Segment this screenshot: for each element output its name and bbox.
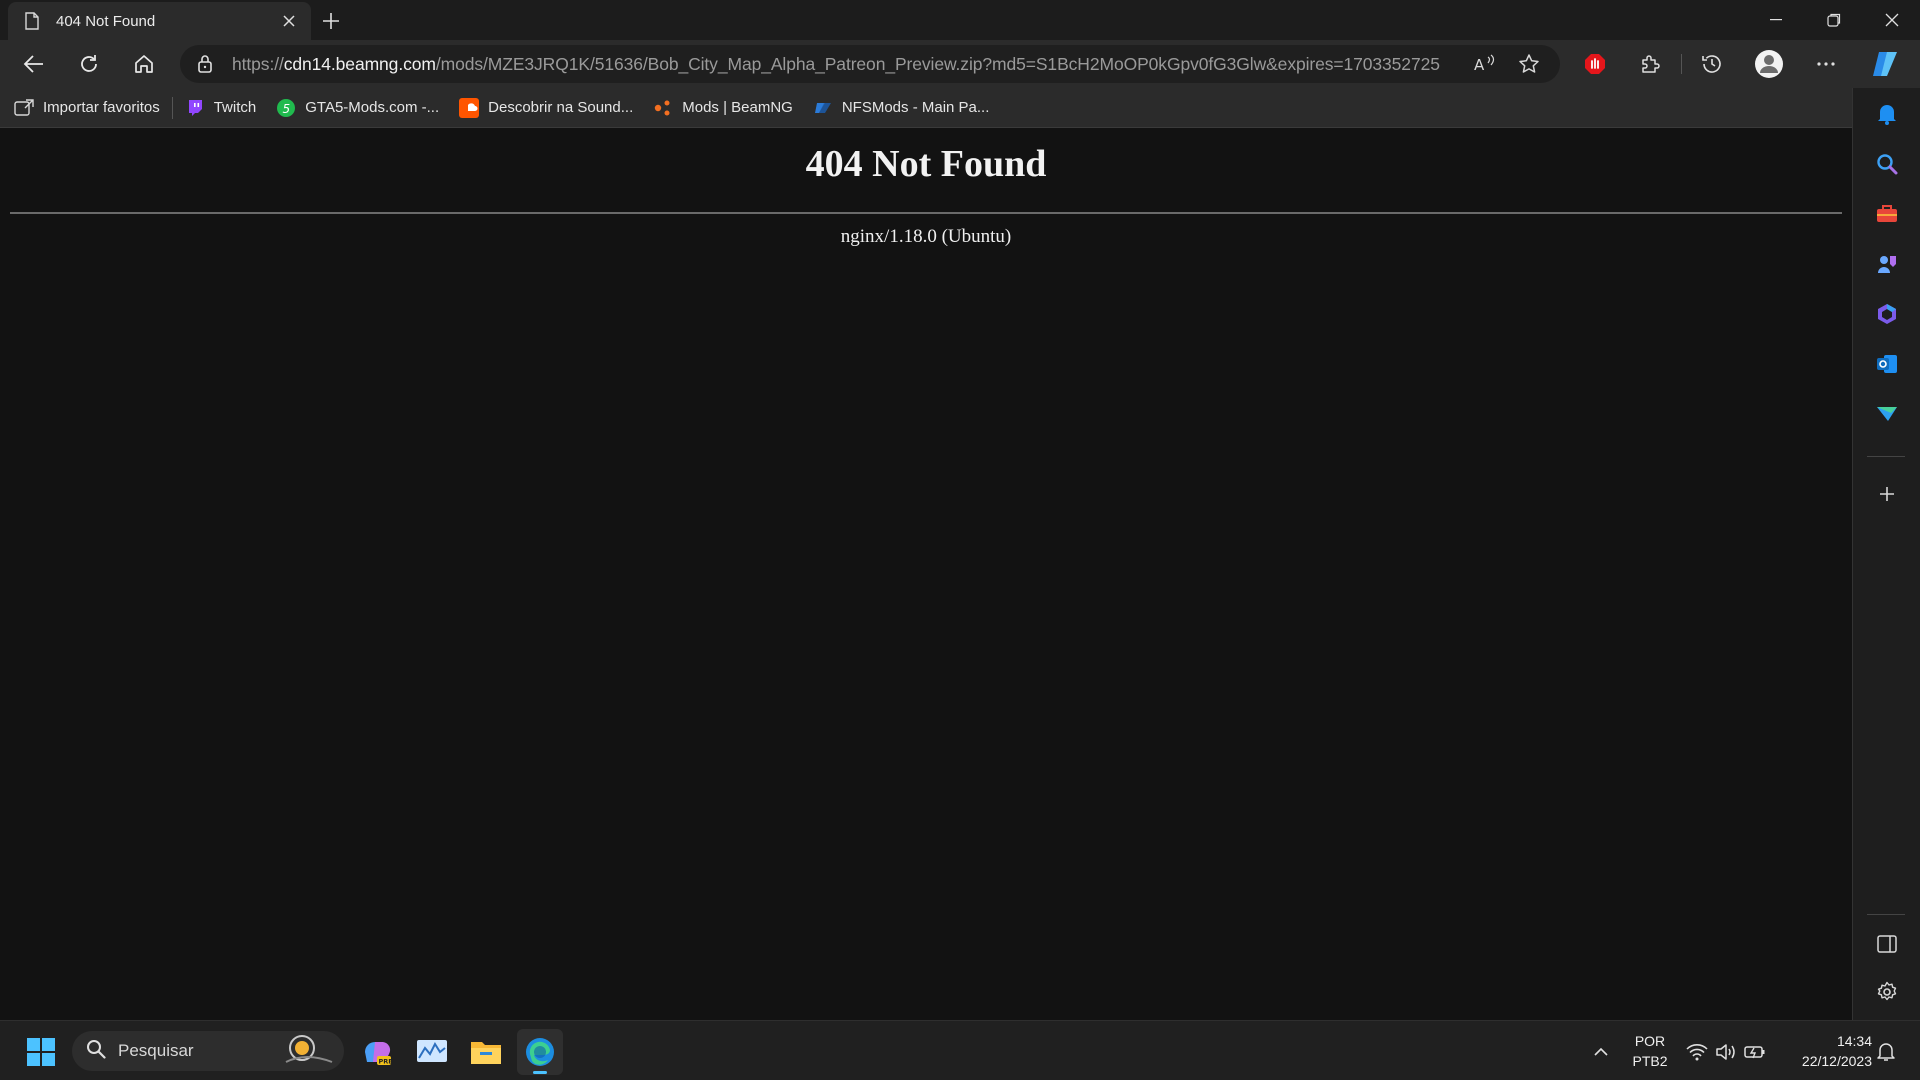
refresh-button[interactable] [71, 46, 107, 82]
beamng-icon [653, 98, 673, 118]
clock-time: 14:34 [1836, 1033, 1872, 1049]
adblock-extension-icon[interactable] [1577, 46, 1613, 82]
search-placeholder: Pesquisar [118, 1041, 194, 1060]
favorite-star-icon[interactable] [1512, 47, 1546, 81]
favorite-label: Mods | BeamNG [682, 99, 793, 116]
drop-icon[interactable] [1868, 395, 1906, 433]
restore-button[interactable] [1806, 0, 1862, 40]
import-favorites-icon [14, 98, 34, 118]
favorites-divider [171, 96, 173, 119]
performance-monitor-icon[interactable] [409, 1029, 455, 1075]
sidebar-divider [1867, 914, 1905, 915]
taskbar-search[interactable]: Pesquisar [72, 1031, 344, 1071]
show-hidden-icons-chevron-icon[interactable] [1588, 1039, 1614, 1065]
file-explorer-icon[interactable] [463, 1029, 509, 1075]
favorite-label: Importar favoritos [43, 99, 160, 116]
microsoft-365-icon[interactable] [1868, 295, 1906, 333]
url-text[interactable]: https://cdn14.beamng.com/mods/MZE3JRQ1K/… [232, 54, 1458, 75]
notifications-bell-icon[interactable] [1868, 95, 1906, 133]
hide-sidebar-icon[interactable] [1868, 925, 1906, 963]
edge-taskbar-icon[interactable] [517, 1029, 563, 1075]
search-icon[interactable] [1868, 145, 1906, 183]
page-content: 404 Not Found nginx/1.18.0 (Ubuntu) [0, 128, 1852, 1020]
outlook-icon[interactable] [1868, 345, 1906, 383]
soundcloud-icon [459, 97, 480, 118]
tools-icon[interactable] [1868, 195, 1906, 233]
navigation-bar: https://cdn14.beamng.com/mods/MZE3JRQ1K/… [0, 40, 1920, 88]
favorite-label: GTA5-Mods.com -... [305, 99, 440, 116]
favorite-twitch[interactable]: Twitch [185, 98, 257, 118]
svg-text:A: A [1474, 56, 1485, 74]
home-button[interactable] [126, 46, 162, 82]
system-clock[interactable]: 14:34 22/12/2023 [1772, 1031, 1872, 1071]
games-icon[interactable] [1868, 245, 1906, 283]
add-sidebar-app-icon[interactable] [1868, 475, 1906, 513]
minimize-button[interactable] [1748, 0, 1804, 40]
sidebar-settings-gear-icon[interactable] [1868, 973, 1906, 1011]
svg-text:PRE: PRE [379, 1058, 393, 1066]
volume-icon[interactable] [1713, 1039, 1739, 1065]
favorite-nfsmods[interactable]: NFSMods - Main Pa... [813, 98, 990, 118]
favorite-soundcloud[interactable]: Descobrir na Sound... [459, 97, 634, 118]
taskbar: Pesquisar PRE POR PTB2 14:34 22/12/2023 [0, 1020, 1920, 1080]
back-button[interactable] [16, 46, 52, 82]
active-tab[interactable]: 404 Not Found [8, 2, 311, 40]
new-tab-button[interactable] [316, 6, 346, 36]
search-highlight-icon [282, 1032, 336, 1071]
gta5mods-icon: 5 [276, 98, 296, 118]
start-button[interactable] [18, 1029, 64, 1075]
favorite-label: NFSMods - Main Pa... [841, 99, 990, 116]
read-aloud-icon[interactable]: A [1468, 47, 1502, 81]
language-code: POR [1634, 1033, 1666, 1049]
svg-text:5: 5 [283, 102, 291, 116]
document-icon [22, 11, 42, 31]
close-window-button[interactable] [1864, 0, 1920, 40]
nfsmods-icon [813, 98, 833, 118]
profile-avatar[interactable] [1751, 46, 1787, 82]
more-options-icon[interactable] [1808, 46, 1844, 82]
wifi-icon[interactable] [1684, 1039, 1710, 1065]
search-icon [86, 1039, 106, 1064]
favorite-beamng[interactable]: Mods | BeamNG [653, 98, 793, 118]
title-bar: 404 Not Found [0, 0, 1920, 40]
address-bar[interactable]: https://cdn14.beamng.com/mods/MZE3JRQ1K/… [180, 45, 1560, 83]
copilot-icon[interactable] [1867, 46, 1903, 82]
toolbar-divider [1681, 54, 1682, 74]
server-info: nginx/1.18.0 (Ubuntu) [840, 226, 1012, 247]
active-app-indicator [533, 1071, 547, 1074]
extensions-icon[interactable] [1632, 46, 1668, 82]
tab-title: 404 Not Found [56, 12, 156, 30]
battery-icon[interactable] [1742, 1039, 1768, 1065]
divider [10, 212, 1842, 214]
edge-sidebar [1852, 88, 1920, 1020]
favorite-label: Twitch [213, 99, 257, 116]
favorite-label: Descobrir na Sound... [488, 99, 634, 116]
sidebar-divider [1867, 456, 1905, 457]
keyboard-layout: PTB2 [1632, 1053, 1668, 1069]
favorite-gta5mods[interactable]: 5 GTA5-Mods.com -... [276, 98, 439, 118]
history-icon[interactable] [1694, 46, 1730, 82]
favorite-import[interactable]: Importar favoritos [14, 98, 160, 118]
lock-icon[interactable] [194, 53, 216, 75]
dev-app-icon[interactable]: PRE [354, 1029, 400, 1075]
favorites-bar: Importar favoritos Twitch 5 GTA5-Mods.co… [0, 88, 1852, 128]
notification-center-bell-icon[interactable] [1873, 1039, 1899, 1065]
close-tab-icon[interactable] [277, 9, 301, 33]
page-title: 404 Not Found [805, 143, 1047, 185]
clock-date: 22/12/2023 [1801, 1053, 1872, 1069]
twitch-icon [185, 98, 205, 118]
input-language-indicator[interactable]: POR PTB2 [1622, 1031, 1678, 1071]
